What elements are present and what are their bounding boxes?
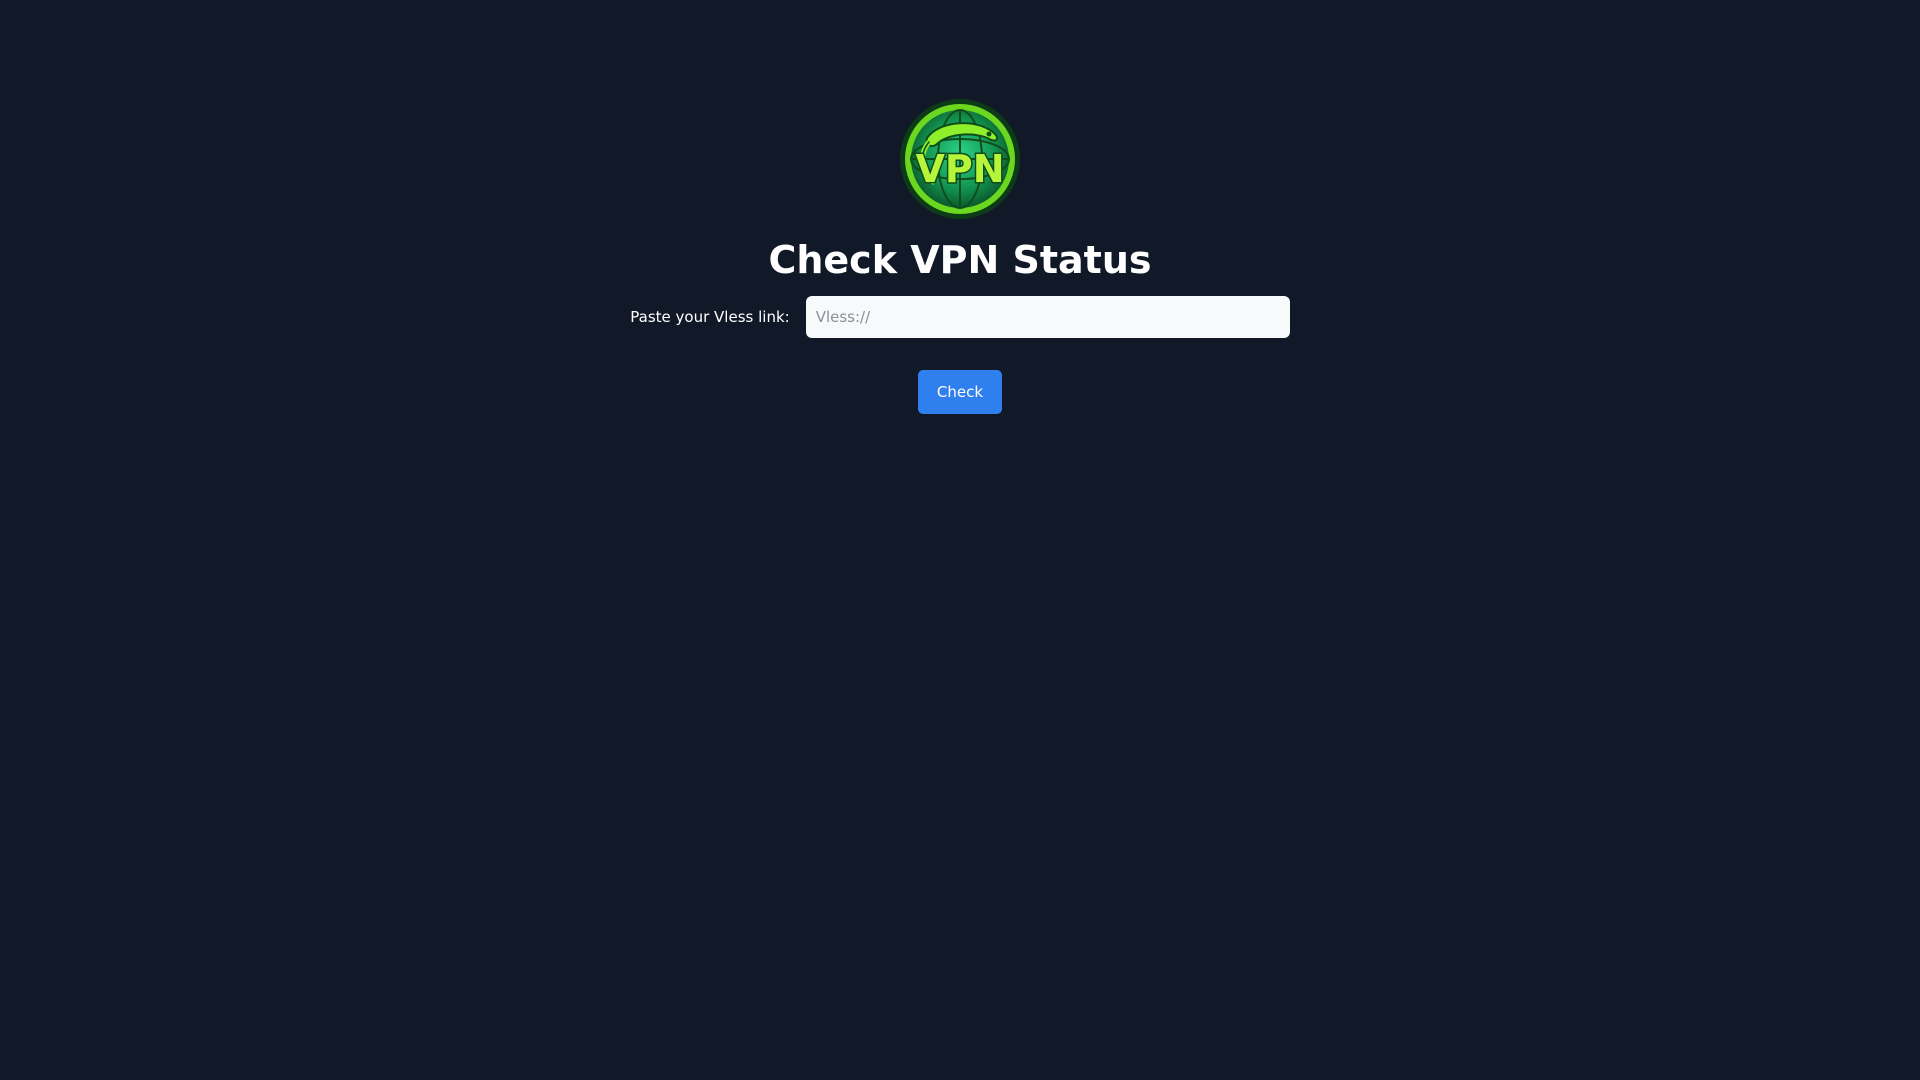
page: VPN Check VPN Status Paste your Vless li… <box>0 0 1920 1080</box>
page-title: Check VPN Status <box>768 238 1152 282</box>
vpn-globe-lizard-logo-icon: VPN <box>900 99 1020 219</box>
vless-link-label: Paste your Vless link: <box>630 308 790 326</box>
check-button[interactable]: Check <box>918 370 1002 414</box>
vless-link-input[interactable] <box>805 296 1290 338</box>
vpn-logo: VPN <box>899 98 1021 220</box>
vless-form-row: Paste your Vless link: <box>0 296 1920 338</box>
svg-text:VPN: VPN <box>915 147 1004 191</box>
